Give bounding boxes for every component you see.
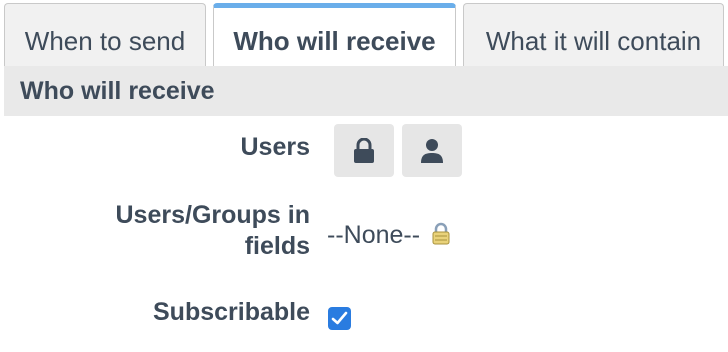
users-groups-in-fields-label: Users/Groups in fields xyxy=(116,200,311,262)
tab-when-to-send[interactable]: When to send xyxy=(4,3,206,66)
section-title: Who will receive xyxy=(20,77,215,105)
add-me-button[interactable] xyxy=(402,124,462,177)
lock-icon xyxy=(354,138,374,163)
checkmark-icon xyxy=(331,311,348,325)
users-label: Users xyxy=(240,133,311,161)
users-groups-value: --None-- xyxy=(327,221,421,249)
lock-icon[interactable] xyxy=(431,222,451,246)
tab-what-it-will-contain[interactable]: What it will contain xyxy=(463,3,724,66)
users-groups-label-line1: Users/Groups in xyxy=(115,201,311,229)
tab-label: What it will contain xyxy=(485,26,702,56)
tab-label: Who will receive xyxy=(233,26,436,56)
section-header: Who will receive xyxy=(4,66,728,116)
tab-who-will-receive[interactable]: Who will receive xyxy=(213,3,456,66)
user-icon xyxy=(421,139,443,163)
unlock-users-button[interactable] xyxy=(334,124,394,177)
tab-label: When to send xyxy=(24,26,186,56)
users-groups-label-line2: fields xyxy=(244,232,310,260)
subscribable-label: Subscribable xyxy=(153,298,310,326)
tab-bar: When to send Who will receive What it wi… xyxy=(0,0,728,66)
subscribable-checkbox[interactable] xyxy=(328,307,351,330)
